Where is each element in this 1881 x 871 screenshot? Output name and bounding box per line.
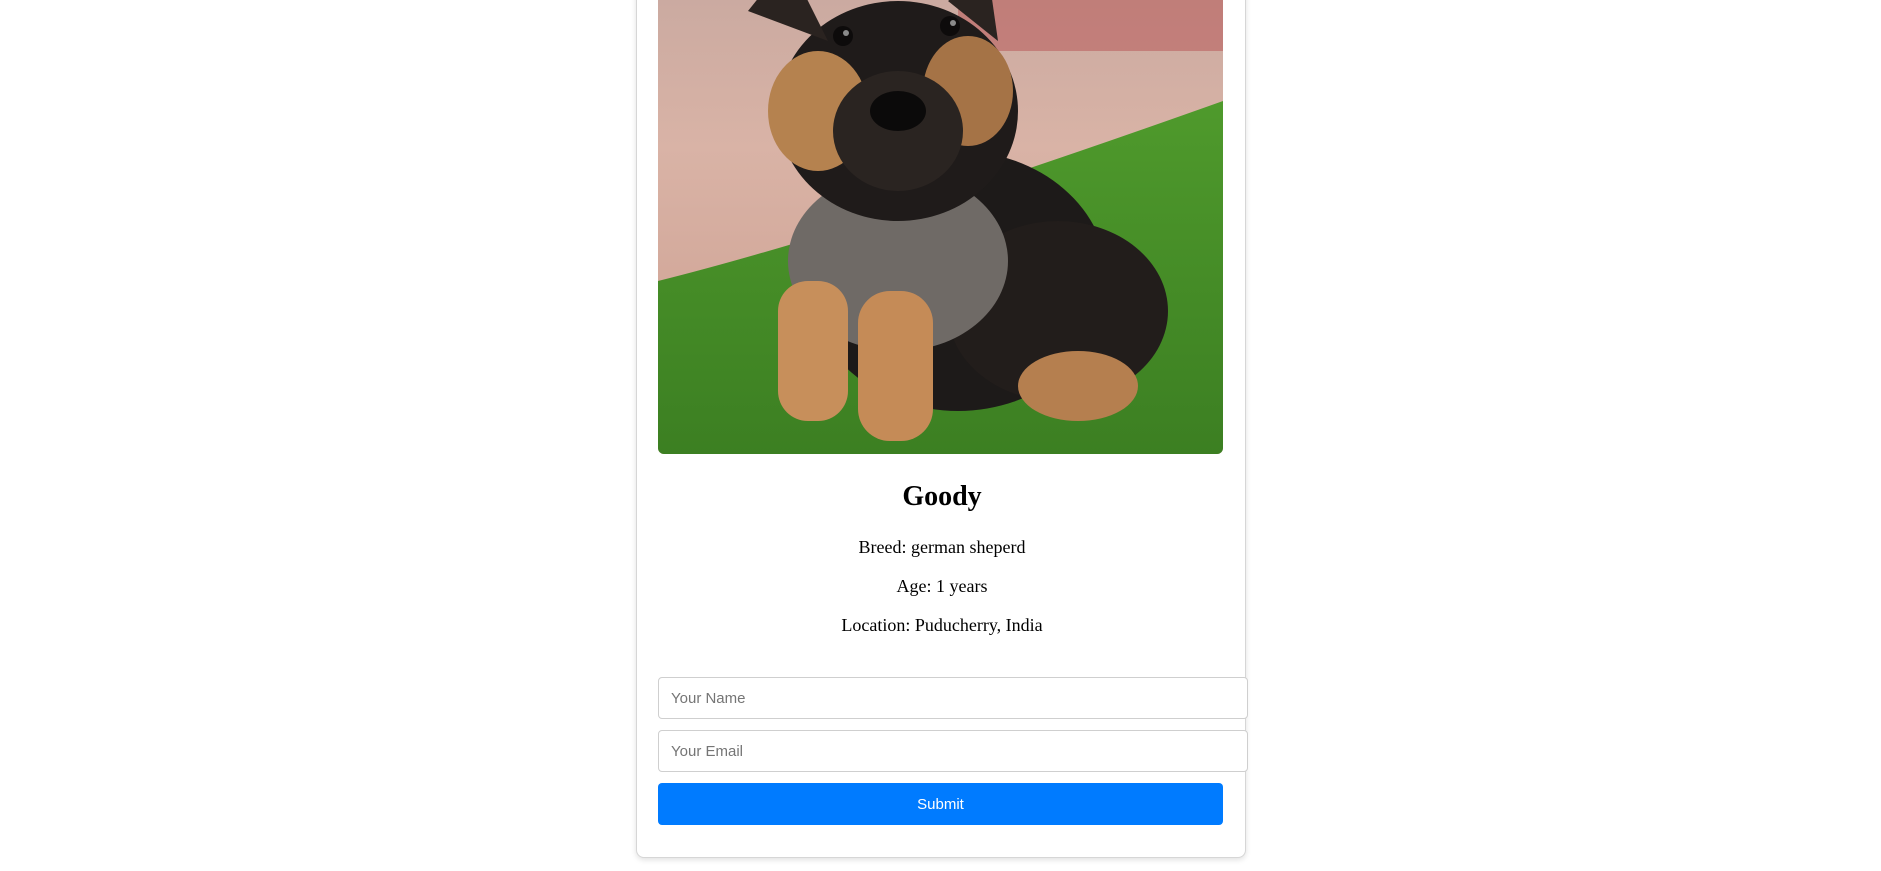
page: Goody Breed: german sheperd Age: 1 years… xyxy=(0,0,1881,871)
pet-card: Goody Breed: german sheperd Age: 1 years… xyxy=(636,0,1248,858)
pet-photo xyxy=(658,0,1223,454)
submit-button[interactable]: Submit xyxy=(658,783,1223,825)
pet-age: Age: 1 years xyxy=(896,576,988,596)
name-input[interactable] xyxy=(658,677,1248,719)
pet-name: Goody xyxy=(902,481,982,512)
pet-breed: Breed: german sheperd xyxy=(858,537,1026,557)
email-input[interactable] xyxy=(658,730,1248,772)
pet-location: Location: Puducherry, India xyxy=(841,615,1043,635)
